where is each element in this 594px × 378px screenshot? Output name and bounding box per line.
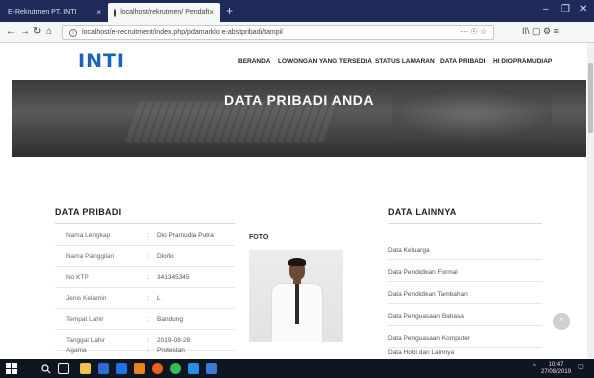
page-actions[interactable]: ··· ☉ ☆ [460,27,487,36]
clock-time: 10:47 [548,362,564,368]
browser-navbar: ← → ↻ ⌂ i localhost/e-recruitment/index.… [0,22,594,43]
store-icon[interactable] [98,363,109,374]
photo-tie [295,284,299,324]
table-row: Nama Panggilan : Dio/lo [55,246,235,267]
close-window-button[interactable]: ✕ [579,4,587,15]
divider [388,223,542,224]
reload-button[interactable]: ↻ [33,25,41,39]
favicon-icon [114,8,117,17]
row-sep: : [147,274,149,281]
link-hobi[interactable]: Data Hobi dan Lainnya [388,343,542,359]
clock[interactable]: 10:47 27/08/2019 [541,362,571,376]
link-pendidikan-formal[interactable]: Data Pendidikan Formal [388,260,542,282]
logo-text: INTI [78,50,126,72]
row-sep: : [147,253,149,260]
link-label[interactable]: Data Penguasaan Bahasa [388,313,464,320]
browser-tabbar: E-Rekrutmen PT. INTI × localhost/rekrutm… [0,0,594,22]
task-view-icon[interactable] [58,363,69,374]
table-row: Jenis Kelamin : L [55,288,235,309]
row-sep: : [147,316,149,323]
clock-date: 27/08/2019 [541,369,572,375]
os-taskbar: ^ 10:47 27/08/2019 ▢ [0,359,594,378]
tab-close-icon[interactable]: × [96,8,101,17]
foto-label: FOTO [249,234,269,241]
keyboard-image [124,102,340,142]
table-row: No KTP : 341345345 [55,267,235,288]
forward-button[interactable]: → [20,25,30,39]
maximize-button[interactable]: ❐ [561,4,570,15]
back-button[interactable]: ← [6,25,16,39]
link-penguasaan-bahasa[interactable]: Data Penguasaan Bahasa [388,304,542,326]
link-label[interactable]: Data Penguasaan Komputer [388,335,470,342]
tab-localhost[interactable]: localhost/rekrutmen/ Pendaft × [108,3,220,22]
link-label[interactable]: Data Pendidikan Formal [388,269,458,276]
tab-title: E-Rekrutmen PT. INTI [8,9,77,16]
row-key: No KTP [66,274,89,281]
profile-photo [249,250,343,342]
scrollbar-thumb[interactable] [588,63,593,133]
scroll-top-button[interactable]: ^ [553,313,570,330]
row-key: Nama Lengkap [66,232,111,239]
link-label[interactable]: Data Keluarga [388,247,430,254]
new-tab-button[interactable]: + [226,4,233,18]
link-data-keluarga[interactable]: Data Keluarga [388,238,542,260]
row-key: Jenis Kelamin [66,295,107,302]
row-value: Dio Pramudia Putra [157,232,214,239]
row-value: Dio/lo [157,253,174,260]
row-key: Nama Panggilan [66,253,115,260]
edge-icon[interactable] [188,363,199,374]
toolbar-icons[interactable]: II\ ▢ ⚙ ≡ [522,26,559,37]
row-key: Tempat Lahir [66,316,104,323]
notification-icon[interactable]: ▢ [578,364,584,371]
link-label[interactable]: Data Pendidikan Tambahan [388,291,468,298]
page-title: DATA PRIBADI ANDA [223,92,375,108]
row-value: Bandung [157,316,184,323]
app-orange-icon[interactable] [134,363,145,374]
table-row: Agama : Protestan [55,341,235,359]
tab-erekrutmen[interactable]: E-Rekrutmen PT. INTI × [2,3,107,22]
main-content: DATA PRIBADI Nama Lengkap : Dio Pramudia… [0,157,594,359]
row-sep: : [147,347,149,354]
nav-lowongan[interactable]: LOWONGAN YANG TERSEDIA [278,58,372,65]
tray-chevron-icon[interactable]: ^ [533,364,536,371]
row-value: Protestan [157,347,185,354]
link-pendidikan-tambahan[interactable]: Data Pendidikan Tambahan [388,282,542,304]
inti-logo[interactable]: INTI [78,50,125,72]
info-icon[interactable]: i [69,28,77,37]
photoshop-icon[interactable] [116,363,127,374]
data-pribadi-heading: DATA PRIBADI [55,207,122,217]
home-button[interactable]: ⌂ [46,25,52,39]
nav-status-lamaran[interactable]: STATUS LAMARAN [375,58,435,65]
photo-hair [288,258,306,266]
url-text: localhost/e-recruitment/index.php/pdamar… [82,29,283,36]
data-lainnya-heading: DATA LAINNYA [388,207,457,217]
table-row: Nama Lengkap : Dio Pramudia Putra [55,225,235,246]
file-explorer-icon[interactable] [80,363,91,374]
search-icon[interactable] [40,363,51,374]
chrome-icon[interactable] [170,363,181,374]
address-bar[interactable]: i localhost/e-recruitment/index.php/pdam… [62,25,494,40]
hero-banner: DATA PRIBADI ANDA [12,80,586,157]
row-sep: : [147,232,149,239]
row-key: Agama [66,347,87,354]
firefox-icon[interactable] [152,363,163,374]
link-label[interactable]: Data Hobi dan Lainnya [388,349,454,356]
tab-title: localhost/rekrutmen/ Pendaft [120,9,210,16]
nav-user[interactable]: HI DIOPRAMUDIAP [493,58,552,65]
site-header: INTI BERANDA LOWONGAN YANG TERSEDIA STAT… [0,43,594,80]
row-value: L [157,295,161,302]
nav-data-pribadi[interactable]: DATA PRIBADI [440,58,485,65]
app-blue-icon[interactable] [206,363,217,374]
minimize-button[interactable]: – [543,4,549,15]
page-scrollbar[interactable] [587,43,594,359]
row-value: 341345345 [157,274,190,281]
windows-start-icon[interactable] [6,363,17,374]
row-sep: : [147,295,149,302]
table-row: Tempat Lahir : Bandung [55,309,235,330]
tab-close-icon[interactable]: × [209,8,214,17]
divider [55,223,235,224]
nav-beranda[interactable]: BERANDA [238,58,271,65]
